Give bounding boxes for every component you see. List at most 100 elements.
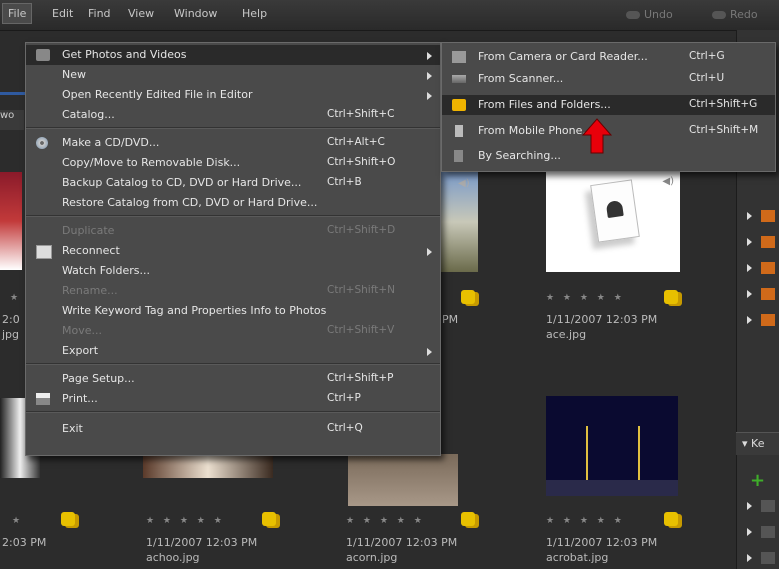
menu-item-shortcut: Ctrl+G bbox=[689, 50, 725, 62]
menu-item-shortcut: Ctrl+Shift+V bbox=[327, 324, 395, 336]
expand-icon bbox=[747, 528, 752, 536]
menu-item-label: Print... bbox=[62, 392, 98, 405]
file-menu-item-make-a-cd-dvd[interactable]: Make a CD/DVD... Ctrl+Alt+C bbox=[26, 133, 440, 153]
category-icon bbox=[761, 314, 775, 326]
category-row[interactable] bbox=[747, 262, 777, 274]
pointer-arrow-icon bbox=[582, 118, 612, 154]
menu-separator bbox=[26, 363, 440, 365]
menu-item-label: Rename... bbox=[62, 284, 118, 297]
menu-separator bbox=[26, 127, 440, 129]
category-row[interactable] bbox=[747, 236, 777, 248]
spade-icon bbox=[605, 199, 624, 219]
rating-stars[interactable]: ★ bbox=[12, 516, 23, 526]
left-tab-label: wo bbox=[0, 110, 24, 130]
tag-icon bbox=[461, 290, 475, 304]
menu-find[interactable]: Find bbox=[88, 7, 111, 20]
submenu-arrow-icon bbox=[427, 92, 432, 100]
file-menu-item-reconnect[interactable]: Reconnect bbox=[26, 241, 440, 261]
add-keyword-icon[interactable]: + bbox=[750, 470, 765, 491]
category-row[interactable] bbox=[747, 500, 777, 512]
camera-icon bbox=[452, 51, 466, 63]
file-menu-item-get-photos-and-videos[interactable]: Get Photos and Videos bbox=[26, 45, 440, 65]
photo-thumbnail-ace[interactable]: ◀) bbox=[546, 172, 680, 272]
folder-icon bbox=[452, 99, 466, 111]
menu-item-label: Copy/Move to Removable Disk... bbox=[62, 156, 241, 169]
submenu-item-from-files-and-folders[interactable]: From Files and Folders... Ctrl+Shift+G bbox=[442, 95, 775, 115]
file-menu-item-backup-catalog-to-cd-dvd-or-hard-drive[interactable]: Backup Catalog to CD, DVD or Hard Drive.… bbox=[26, 173, 440, 193]
stage-floor bbox=[546, 480, 678, 496]
rating-stars[interactable]: ★ ★ ★ ★ ★ bbox=[546, 293, 625, 303]
menu-item-shortcut: Ctrl+Shift+P bbox=[327, 372, 394, 384]
expand-icon bbox=[747, 264, 752, 272]
rating-stars[interactable]: ★ bbox=[10, 293, 21, 303]
menu-help[interactable]: Help bbox=[242, 7, 267, 20]
file-menu-item-write-keyword-tag-and-properties-info-to-photos[interactable]: Write Keyword Tag and Properties Info to… bbox=[26, 301, 440, 321]
menu-file[interactable]: File bbox=[2, 3, 33, 24]
expand-icon bbox=[747, 316, 752, 324]
file-menu-item-page-setup[interactable]: Page Setup... Ctrl+Shift+P bbox=[26, 369, 440, 389]
menu-bar: File Edit Find View Window Help Undo Red… bbox=[0, 0, 779, 31]
menu-edit[interactable]: Edit bbox=[52, 7, 73, 20]
file-menu-item-watch-folders[interactable]: Watch Folders... bbox=[26, 261, 440, 281]
category-row[interactable] bbox=[747, 210, 777, 222]
category-icon bbox=[761, 552, 775, 564]
file-menu-item-restore-catalog-from-cd-dvd-or-hard-drive[interactable]: Restore Catalog from CD, DVD or Hard Dri… bbox=[26, 193, 440, 213]
photo-caption-achoo: 1/11/2007 12:03 PM achoo.jpg bbox=[146, 536, 258, 564]
menu-item-shortcut: Ctrl+Shift+G bbox=[689, 98, 758, 110]
menu-item-label: Page Setup... bbox=[62, 372, 135, 385]
undo-icon bbox=[626, 11, 640, 19]
menu-window[interactable]: Window bbox=[174, 7, 217, 20]
menu-item-label: Exit bbox=[62, 422, 83, 435]
file-menu-item-open-recently-edited-file-in-editor[interactable]: Open Recently Edited File in Editor bbox=[26, 85, 440, 105]
rating-stars[interactable]: ★ ★ ★ ★ ★ bbox=[146, 516, 225, 526]
photo-thumbnail-acorn[interactable] bbox=[348, 454, 458, 506]
disc-icon bbox=[36, 137, 48, 149]
search-icon bbox=[454, 150, 463, 162]
menu-item-label: Watch Folders... bbox=[62, 264, 150, 277]
rating-stars[interactable]: ★ ★ ★ ★ ★ bbox=[346, 516, 425, 526]
submenu-item-from-camera-or-card-reader[interactable]: From Camera or Card Reader... Ctrl+G bbox=[442, 47, 775, 67]
submenu-item-from-scanner[interactable]: From Scanner... Ctrl+U bbox=[442, 69, 775, 89]
phone-icon bbox=[455, 125, 463, 137]
category-row[interactable] bbox=[747, 552, 777, 564]
category-row[interactable] bbox=[747, 526, 777, 538]
menu-view[interactable]: View bbox=[128, 7, 154, 20]
photo-thumbnail[interactable] bbox=[0, 172, 22, 270]
keyword-panel-header[interactable]: ▾ Ke bbox=[736, 432, 779, 455]
rating-stars[interactable]: ★ ★ ★ ★ ★ bbox=[546, 516, 625, 526]
camera-icon bbox=[36, 49, 50, 61]
menu-item-label: Duplicate bbox=[62, 224, 115, 237]
menu-item-shortcut: Ctrl+Shift+D bbox=[327, 224, 396, 236]
file-menu-item-copy-move-to-removable-disk[interactable]: Copy/Move to Removable Disk... Ctrl+Shift… bbox=[26, 153, 440, 173]
tag-icon bbox=[461, 512, 475, 526]
photo-thumbnail-achoo[interactable] bbox=[143, 454, 273, 478]
category-icon bbox=[761, 500, 775, 512]
file-menu-item-new[interactable]: New bbox=[26, 65, 440, 85]
photo-thumbnail-acrobat[interactable] bbox=[546, 396, 678, 496]
tag-icon bbox=[664, 290, 678, 304]
menu-separator bbox=[26, 215, 440, 217]
file-menu-item-catalog[interactable]: Catalog... Ctrl+Shift+C bbox=[26, 105, 440, 125]
category-row[interactable] bbox=[747, 288, 777, 300]
photo-thumbnail[interactable]: ◀) bbox=[440, 172, 478, 272]
menu-item-label: Get Photos and Videos bbox=[62, 48, 187, 61]
submenu-arrow-icon bbox=[427, 348, 432, 356]
redo-button[interactable]: Redo bbox=[712, 8, 758, 21]
file-menu-item-exit[interactable]: Exit Ctrl+Q bbox=[26, 419, 440, 439]
redo-icon bbox=[712, 11, 726, 19]
expand-icon bbox=[747, 554, 752, 562]
photo-caption: 2:03 PM bbox=[2, 536, 47, 549]
photo-caption-ace: 1/11/2007 12:03 PM ace.jpg bbox=[546, 313, 658, 341]
file-menu-item-rename: Rename... Ctrl+Shift+N bbox=[26, 281, 440, 301]
menu-item-shortcut: Ctrl+Shift+M bbox=[689, 124, 759, 136]
menu-item-shortcut: Ctrl+Shift+O bbox=[327, 156, 396, 168]
menu-item-label: Restore Catalog from CD, DVD or Hard Dri… bbox=[62, 196, 318, 209]
photo-caption-acorn: 1/11/2007 12:03 PM acorn.jpg bbox=[346, 536, 458, 564]
menu-item-shortcut: Ctrl+B bbox=[327, 176, 362, 188]
category-row[interactable] bbox=[747, 314, 777, 326]
file-menu-item-print[interactable]: Print... Ctrl+P bbox=[26, 389, 440, 409]
undo-button[interactable]: Undo bbox=[626, 8, 673, 21]
menu-item-label: Catalog... bbox=[62, 108, 115, 121]
file-menu-item-export[interactable]: Export bbox=[26, 341, 440, 361]
menu-item-shortcut: Ctrl+U bbox=[689, 72, 725, 84]
